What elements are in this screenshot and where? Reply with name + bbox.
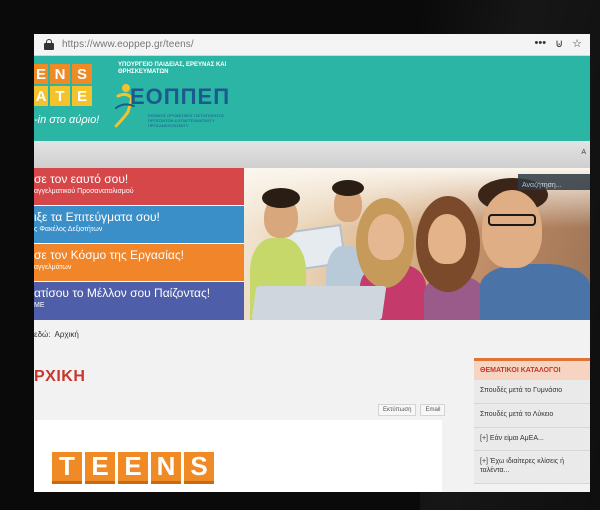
address-bar[interactable]: https://www.eoppep.gr/teens/ ••• ⊍ ☆: [34, 34, 590, 56]
thematic-catalogs-sidebar: ΘΕΜΑΤΙΚΟΙ ΚΑΤΑΛΟΓΟΙ Σπουδές μετά το Γυμν…: [474, 358, 590, 492]
teens-slogan: -in στο αύριο!: [34, 114, 100, 126]
breadcrumb: εδώ: Αρχική: [34, 330, 83, 339]
search-input[interactable]: [518, 177, 590, 194]
banner-subtitle: ς Φακέλος Δεξιοτήτων: [34, 226, 103, 233]
email-button[interactable]: Email: [420, 404, 446, 416]
url-text[interactable]: https://www.eoppep.gr/teens/: [62, 39, 194, 50]
teens-logo-letter: T: [50, 86, 70, 106]
url-host: https://www.eoppep.gr: [62, 39, 164, 50]
teens-logo-letter: S: [184, 451, 214, 484]
bookmark-star-icon[interactable]: ☆: [572, 37, 582, 50]
url-path: /teens/: [163, 39, 194, 50]
lock-icon: [44, 39, 54, 50]
teens-logo[interactable]: E N S A T E: [34, 64, 92, 108]
sidebar-item-talents[interactable]: [+] Έχω ιδιαίτερες κλίσεις ή ταλέντα...: [474, 451, 590, 484]
teens-logo-letter: E: [85, 451, 115, 484]
hero-banner-world-of-work[interactable]: σε τον Κόσμο της Εργασίας! αγγελμάτων: [34, 244, 244, 281]
banner-subtitle: αγγελματικού Προσανατολισμού: [34, 188, 134, 195]
teens-logo-letter: T: [52, 451, 82, 484]
sidebar-list: Σπουδές μετά το Γυμνάσιο Σπουδές μετά το…: [474, 380, 590, 484]
eoppep-subtitle: Εθνικός Οργανισμός Πιστοποίησης Προσόντω…: [148, 113, 225, 128]
browser-screen: https://www.eoppep.gr/teens/ ••• ⊍ ☆ E N…: [34, 34, 590, 492]
ministry-name: ΥΠΟΥΡΓΕΙΟ ΠΑΙΔΕΙΑΣ, ΕΡΕΥΝΑΣ ΚΑΙ ΘΡΗΣΚΕΥΜ…: [118, 62, 227, 75]
article-body: T E E N S: [34, 420, 442, 492]
sidebar-title: ΘΕΜΑΤΙΚΟΙ ΚΑΤΑΛΟΓΟΙ: [474, 358, 590, 380]
banner-title: σε τον Κόσμο της Εργασίας!: [34, 248, 184, 262]
hero-section: σε τον εαυτό σου! αγγελματικού Προσανατο…: [34, 168, 590, 320]
hero-banner-self[interactable]: σε τον εαυτό σου! αγγελματικού Προσανατο…: [34, 168, 244, 205]
teens-logo-letter: E: [34, 64, 48, 84]
nav-item[interactable]: Α: [581, 149, 586, 156]
teens-logo-letter: S: [72, 64, 92, 84]
sidebar-item-after-lyceum[interactable]: Σπουδές μετά το Λύκειο: [474, 404, 590, 428]
pocket-icon[interactable]: ⊍: [555, 37, 563, 50]
teens-logo-letter: N: [50, 64, 70, 84]
banner-subtitle: αγγελμάτων: [34, 264, 72, 271]
search-box: [518, 174, 590, 194]
hero-banner-achievements[interactable]: ιξε τα Επιτεύγματα σου! ς Φακέλος Δεξιοτ…: [34, 206, 244, 243]
breadcrumb-label: εδώ:: [34, 330, 51, 339]
teens-logo-letter: N: [151, 451, 181, 484]
address-bar-actions: ••• ⊍ ☆: [535, 37, 583, 50]
eoppep-wordmark: ΕΟΠΠΕΠ: [130, 84, 231, 109]
hero-banner-future-game[interactable]: ατίσου το Μέλλον σου Παίζοντας! ME: [34, 282, 244, 320]
breadcrumb-current[interactable]: Αρχική: [55, 330, 79, 339]
sidebar-item-disability[interactable]: [+] Εάν είμαι ΑμΕΑ...: [474, 428, 590, 452]
site-header: E N S A T E -in στο αύριο! ΥΠΟΥΡΓΕΙΟ ΠΑΙ…: [34, 56, 590, 138]
laptop-image: [251, 286, 387, 320]
teens-logo-letter: E: [72, 86, 92, 106]
main-content: εδώ: Αρχική ΡΧΙΚΗ Εκτύπωση Email T E E N …: [34, 320, 590, 492]
teens-logo-letter: E: [118, 451, 148, 484]
sidebar-item-after-gymnasium[interactable]: Σπουδές μετά το Γυμνάσιο: [474, 380, 590, 404]
banner-title: ατίσου το Μέλλον σου Παίζοντας!: [34, 286, 211, 300]
article-tools: Εκτύπωση Email: [378, 404, 446, 416]
main-navigation: Α: [34, 138, 590, 168]
article-teens-logo[interactable]: T E E N S: [52, 451, 214, 484]
eoppep-logo[interactable]: ΕΟΠΠΕΠ Εθνικός Οργανισμός Πιστοποίησης Π…: [112, 80, 262, 136]
device-frame: https://www.eoppep.gr/teens/ ••• ⊍ ☆ E N…: [0, 0, 600, 510]
banner-title: σε τον εαυτό σου!: [34, 172, 129, 186]
print-button[interactable]: Εκτύπωση: [378, 404, 417, 416]
page-title: ΡΧΙΚΗ: [34, 368, 86, 385]
glasses-icon: [488, 214, 536, 226]
more-icon[interactable]: •••: [535, 37, 547, 50]
banner-title: ιξε τα Επιτεύγματα σου!: [34, 210, 160, 224]
banner-subtitle: ME: [34, 302, 45, 309]
teens-logo-letter: A: [34, 86, 48, 106]
